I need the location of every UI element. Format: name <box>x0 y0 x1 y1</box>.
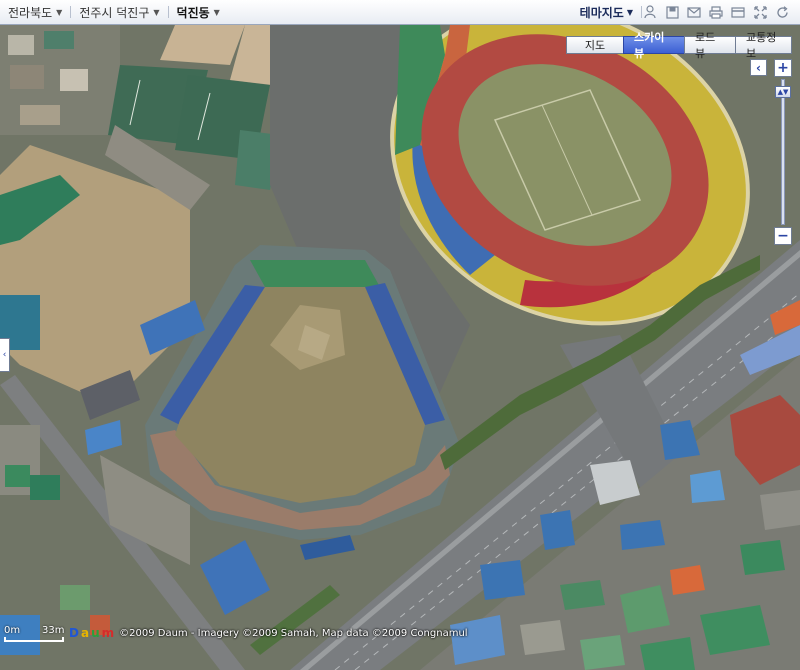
expand-icon[interactable] <box>752 4 768 20</box>
print-icon[interactable] <box>708 4 724 20</box>
zoom-slider-handle[interactable]: ▲▼ <box>775 85 791 98</box>
breadcrumb-city-label: 전주시 덕진구 <box>79 5 150 20</box>
logo-letter: u <box>91 626 100 640</box>
copyright-bar: Daum ©2009 Daum - Imagery ©2009 Samah, M… <box>68 626 468 640</box>
chevron-down-icon: ▼ <box>626 7 633 17</box>
breadcrumb-city[interactable]: 전주시 덕진구 ▼ <box>71 0 167 25</box>
logo-letter: m <box>101 626 115 640</box>
refresh-icon[interactable] <box>774 4 790 20</box>
tab-roadview[interactable]: 로드뷰 <box>684 31 736 60</box>
chevron-left-icon: ‹ <box>756 60 761 75</box>
scale-distance-label: 33m <box>42 625 65 636</box>
breadcrumb-province-label: 전라북도 <box>8 5 53 20</box>
scale-line <box>4 637 64 642</box>
zoom-out-button[interactable]: − <box>774 227 792 245</box>
breadcrumb-bar: 전라북도 ▼ 전주시 덕진구 ▼ 덕진동 ▼ 테마지도 ▼ <box>0 0 800 25</box>
chevron-down-icon: ▼ <box>56 7 63 17</box>
save-icon[interactable] <box>664 4 680 20</box>
chevron-down-icon: ▼ <box>153 7 160 17</box>
skyview-map[interactable]: 지도 스카이뷰 로드뷰 교통정보 ‹ + ▲▼ − ‹ 0m 33m Daum … <box>0 25 800 670</box>
zoom-slider-track[interactable] <box>781 79 785 225</box>
theme-map-menu[interactable]: 테마지도 ▼ <box>572 4 641 21</box>
zoom-in-button[interactable]: + <box>774 59 792 77</box>
breadcrumb-province[interactable]: 전라북도 ▼ <box>0 0 70 25</box>
daum-logo: Daum <box>68 626 115 640</box>
minus-icon: − <box>777 228 789 244</box>
scale-zero-label: 0m <box>4 625 21 636</box>
mail-icon[interactable] <box>686 4 702 20</box>
chevron-left-icon: ‹ <box>2 350 7 360</box>
card-icon[interactable] <box>730 4 746 20</box>
person-icon[interactable] <box>642 4 658 20</box>
plus-icon: + <box>777 60 789 76</box>
logo-letter: D <box>69 626 79 640</box>
pan-left-button[interactable]: ‹ <box>750 59 767 76</box>
tab-map[interactable]: 지도 <box>566 36 624 54</box>
zoom-control: ‹ + ▲▼ − <box>750 59 792 249</box>
tab-traffic[interactable]: 교통정보 <box>735 31 792 60</box>
map-type-switcher: 지도 스카이뷰 로드뷰 교통정보 <box>566 31 792 60</box>
breadcrumb-district[interactable]: 덕진동 ▼ <box>169 0 228 25</box>
updown-arrow-icon: ▲▼ <box>777 87 789 96</box>
chevron-down-icon: ▼ <box>213 7 220 17</box>
aerial-imagery <box>0 25 800 670</box>
side-panel-toggle[interactable]: ‹ <box>0 338 10 372</box>
logo-letter: a <box>80 626 90 640</box>
toolbar <box>642 4 800 20</box>
tab-skyview[interactable]: 스카이뷰 <box>623 31 685 60</box>
breadcrumb-district-label: 덕진동 <box>176 5 210 20</box>
scale-bar: 0m 33m <box>4 625 66 643</box>
copyright-text: ©2009 Daum - Imagery ©2009 Samah, Map da… <box>119 627 468 639</box>
theme-map-label: 테마지도 <box>579 5 624 20</box>
